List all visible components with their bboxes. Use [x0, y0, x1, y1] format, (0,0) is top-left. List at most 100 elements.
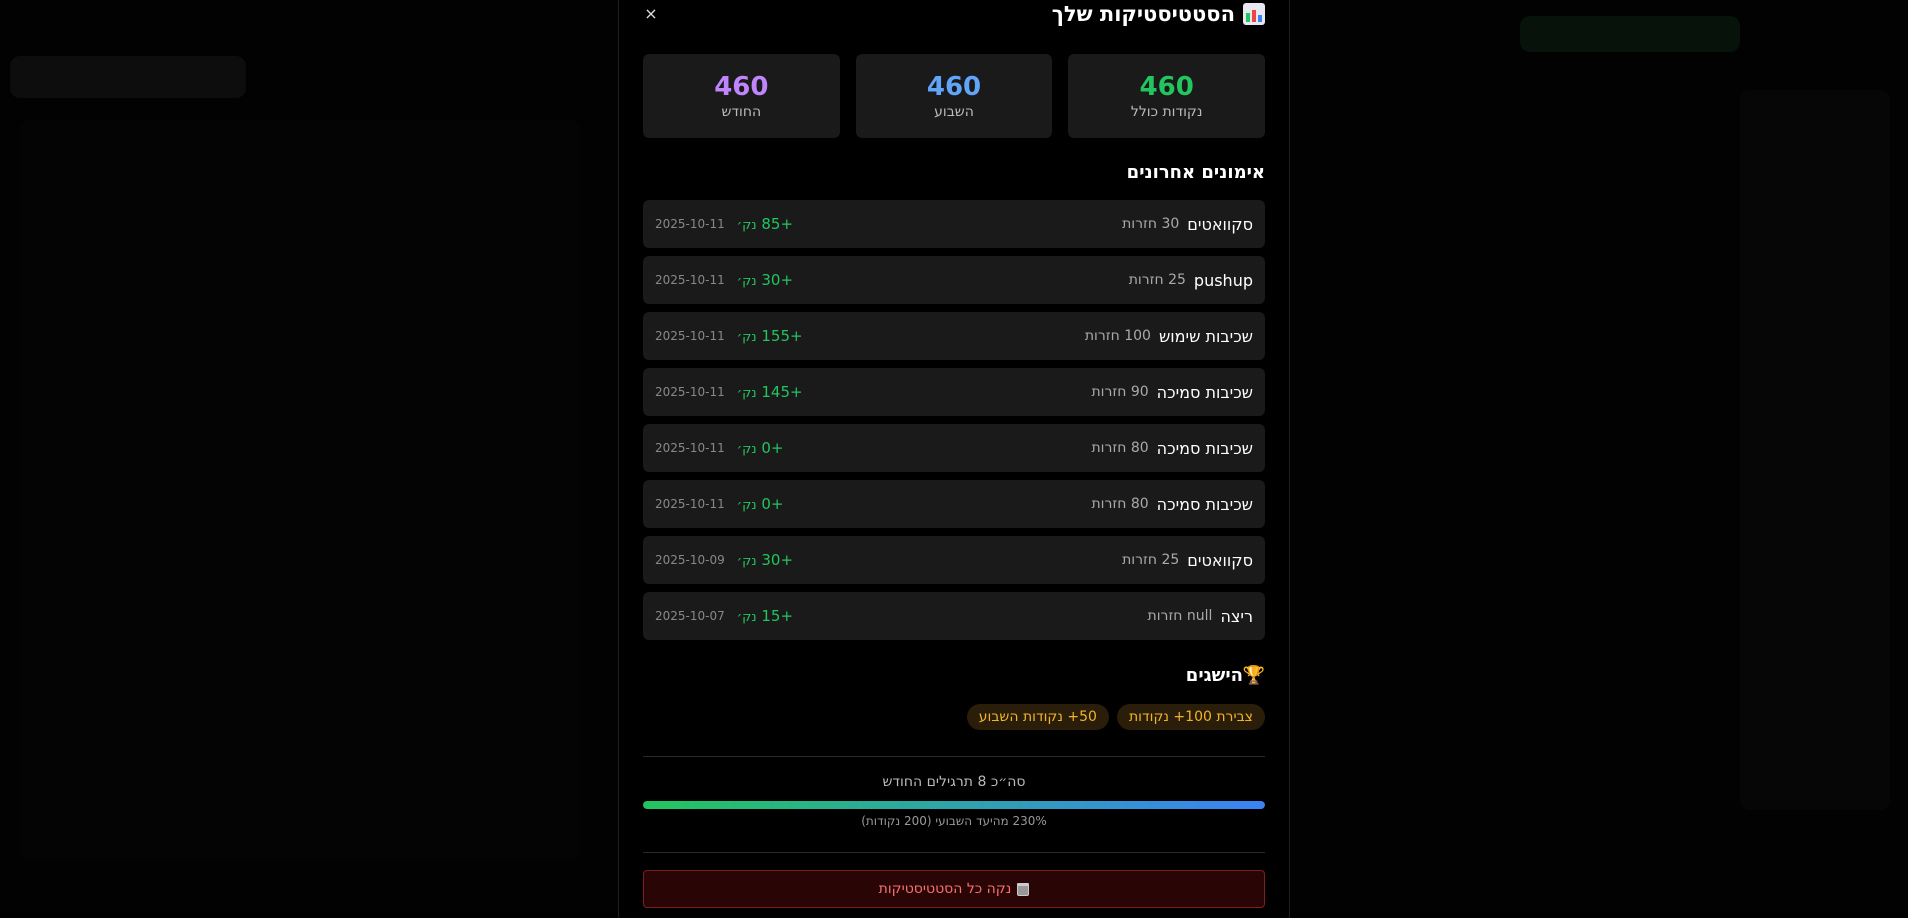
workout-points: +15 נק׳	[737, 607, 793, 625]
workout-points: +145 נק׳	[737, 383, 803, 401]
workout-points: +0 נק׳	[737, 495, 784, 513]
workout-meta: 2025-10-11 +0 נק׳	[655, 495, 784, 513]
workout-date: 2025-10-11	[655, 497, 725, 511]
workout-points: +155 נק׳	[737, 327, 803, 345]
workout-reps: 100 חזרות	[1084, 328, 1151, 344]
workout-name: סקוואטים	[1187, 214, 1253, 234]
points-value: +155	[761, 327, 803, 345]
workout-date: 2025-10-09	[655, 553, 725, 567]
workout-info: שכיבות סמיכה 90 חזרות	[1091, 383, 1253, 402]
stat-value: 460	[926, 72, 982, 102]
stat-label: נקודות כולל	[1130, 104, 1203, 120]
stat-value: 460	[1139, 72, 1194, 102]
points-value: +145	[761, 383, 803, 401]
workout-reps: 80 חזרות	[1091, 496, 1149, 512]
stat-value: 460	[714, 72, 769, 102]
divider	[643, 756, 1265, 757]
workout-reps: 25 חזרות	[1128, 272, 1186, 288]
modal-header: הסטטיסטיקות שלך ×	[643, 2, 1265, 32]
workout-row: 2025-10-11 +0 נק׳ שכיבות סמיכה 80 חזרות	[643, 480, 1265, 528]
points-unit: נק׳	[736, 442, 757, 457]
bg-main-panel	[20, 120, 580, 860]
points-value: +85	[761, 215, 794, 233]
close-icon[interactable]: ×	[643, 4, 659, 23]
workout-info: ריצה null חזרות	[1148, 607, 1253, 626]
points-unit: נק׳	[736, 498, 757, 513]
weekly-goal-progress	[643, 801, 1265, 809]
monthly-summary: סה״כ 8 תרגילים החודש	[882, 774, 1026, 790]
points-unit: נק׳	[736, 218, 757, 233]
workout-meta: 2025-10-09 +30 נק׳	[655, 551, 793, 569]
workout-meta: 2025-10-11 +0 נק׳	[655, 439, 784, 457]
points-unit: נק׳	[736, 610, 757, 625]
points-unit: נק׳	[736, 330, 757, 345]
recent-workouts-title: אימונים אחרונים	[1126, 162, 1265, 183]
workout-meta: 2025-10-11 +155 נק׳	[655, 327, 803, 345]
workout-name: שכיבות סמיכה	[1156, 494, 1253, 514]
stats-cards: 460 נקודות כולל 460 השבוע 460 החודש	[642, 54, 1265, 138]
workout-reps: 25 חזרות	[1122, 552, 1180, 568]
workout-row: 2025-10-11 +85 נק׳ סקוואטים 30 חזרות	[643, 200, 1265, 248]
points-unit: נק׳	[736, 274, 757, 289]
workout-name: סקוואטים	[1187, 550, 1253, 570]
workout-row: 2025-10-11 +30 נק׳ pushup 25 חזרות	[643, 256, 1265, 304]
bg-side-panel	[1740, 90, 1890, 810]
workout-row: 2025-10-11 +145 נק׳ שכיבות סמיכה 90 חזרות	[643, 368, 1265, 416]
modal-title: הסטטיסטיקות שלך	[1052, 2, 1265, 26]
progress-fill	[643, 801, 1265, 809]
bar-chart-icon	[1243, 3, 1265, 25]
points-value: +30	[761, 551, 794, 569]
workout-name: שכיבות סמיכה	[1156, 438, 1253, 458]
stat-label: השבוע	[934, 104, 974, 120]
workout-points: +30 נק׳	[737, 271, 793, 289]
workout-meta: 2025-10-11 +30 נק׳	[655, 271, 793, 289]
modal-title-text: הסטטיסטיקות שלך	[1051, 2, 1235, 26]
workout-date: 2025-10-11	[655, 329, 725, 343]
workout-info: שכיבות שימוש 100 חזרות	[1085, 327, 1253, 346]
workout-date: 2025-10-11	[655, 273, 725, 287]
progress-caption: 230% מהיעד השבועי (200 נקודות)	[861, 814, 1047, 828]
workout-name: שכיבות שימוש	[1158, 326, 1253, 346]
workout-meta: 2025-10-07 +15 נק׳	[655, 607, 793, 625]
workout-points: +0 נק׳	[737, 439, 784, 457]
workout-info: סקוואטים 25 חזרות	[1122, 551, 1253, 570]
workout-info: שכיבות סמיכה 80 חזרות	[1091, 439, 1253, 458]
achievement-badges: צבירת 100+ נקודות 50+ נקודות השבוע	[966, 704, 1265, 730]
workout-reps: 30 חזרות	[1122, 216, 1180, 232]
workout-name: pushup	[1193, 270, 1253, 290]
achievements-title: 🏆 הישגים	[1186, 665, 1265, 686]
workout-date: 2025-10-11	[655, 385, 725, 399]
workout-points: +30 נק׳	[737, 551, 793, 569]
workout-date: 2025-10-11	[655, 217, 725, 231]
workout-points: +85 נק׳	[737, 215, 793, 233]
workout-reps: 90 חזרות	[1091, 384, 1149, 400]
stat-card-week: 460 השבוע	[855, 54, 1053, 138]
workout-name: ריצה	[1220, 606, 1253, 626]
achievement-badge: צבירת 100+ נקודות	[1116, 704, 1265, 730]
stat-label: החודש	[721, 104, 762, 120]
points-unit: נק׳	[736, 554, 757, 569]
workout-name: שכיבות סמיכה	[1156, 382, 1253, 402]
stat-card-month: 460 החודש	[642, 54, 840, 138]
trash-icon	[1017, 882, 1030, 896]
workout-row: 2025-10-11 +155 נק׳ שכיבות שימוש 100 חזרות	[643, 312, 1265, 360]
workout-meta: 2025-10-11 +145 נק׳	[655, 383, 803, 401]
workout-reps: null חזרות	[1147, 608, 1213, 624]
workout-row: 2025-10-11 +0 נק׳ שכיבות סמיכה 80 חזרות	[643, 424, 1265, 472]
workout-date: 2025-10-11	[655, 441, 725, 455]
points-value: +15	[761, 607, 794, 625]
workout-list: 2025-10-11 +85 נק׳ סקוואטים 30 חזרות 2025-10…	[643, 200, 1265, 648]
workout-date: 2025-10-07	[655, 609, 725, 623]
workout-info: pushup 25 חזרות	[1129, 271, 1253, 290]
bg-accent-blob	[1520, 16, 1740, 52]
divider	[643, 852, 1265, 853]
points-value: +0	[761, 495, 784, 513]
bg-header-blob	[10, 56, 246, 98]
workout-info: שכיבות סמיכה 80 חזרות	[1091, 495, 1253, 514]
clear-stats-label: נקה כל הסטטיסטיקות	[878, 881, 1012, 897]
achievement-badge: 50+ נקודות השבוע	[966, 704, 1109, 730]
workout-meta: 2025-10-11 +85 נק׳	[655, 215, 793, 233]
achievements-title-text: הישגים	[1185, 665, 1243, 686]
workout-info: סקוואטים 30 חזרות	[1122, 215, 1253, 234]
clear-stats-button[interactable]: נקה כל הסטטיסטיקות	[643, 870, 1265, 908]
